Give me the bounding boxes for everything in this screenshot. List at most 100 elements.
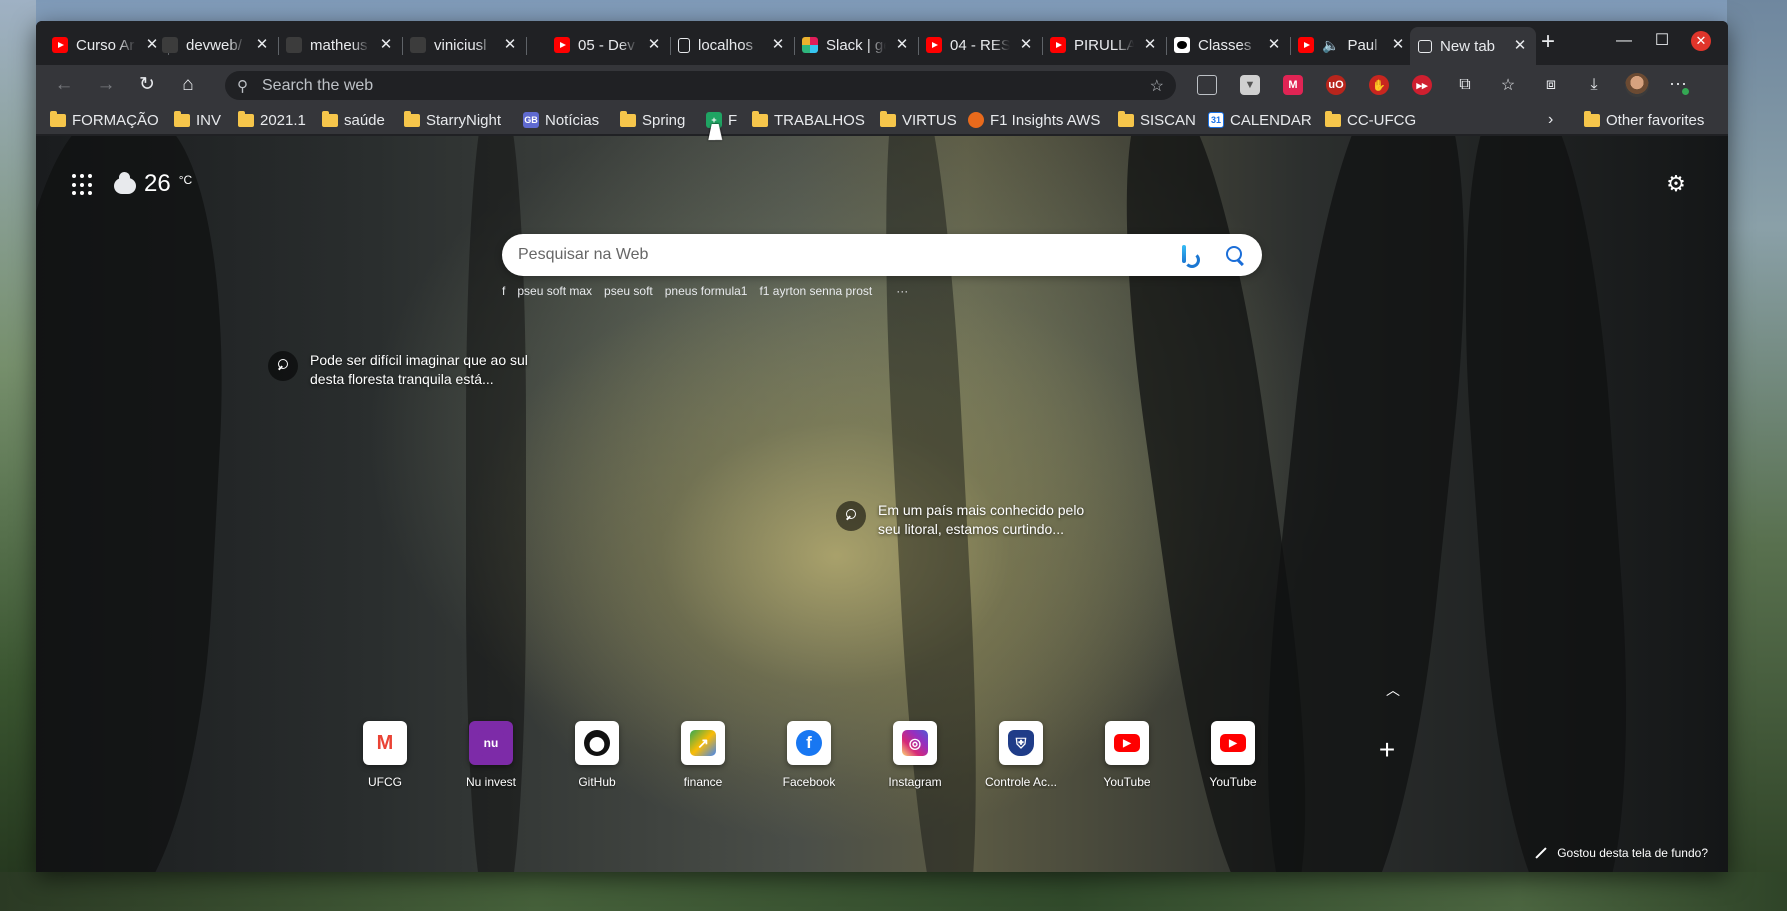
chevron-up-icon[interactable]: ︿ xyxy=(1383,680,1403,700)
tab-title: 04 - REST xyxy=(950,36,1010,54)
tab[interactable]: 04 - REST ✕ xyxy=(918,29,1043,61)
quick-link-tile[interactable]: ▶ YouTube xyxy=(1180,721,1286,789)
bookmark-label: INV xyxy=(196,111,222,129)
minimize-button[interactable]: — xyxy=(1612,29,1636,53)
avatar[interactable] xyxy=(1625,73,1649,97)
folder-icon xyxy=(174,110,190,127)
bookmark-starrynight[interactable]: StarryNight xyxy=(404,109,501,131)
tab[interactable]: 05 - Dev ✕ xyxy=(546,29,671,61)
tab[interactable]: devweb/ ✕ xyxy=(154,29,279,61)
tab[interactable]: Curso Ar ✕ xyxy=(44,29,169,61)
tab[interactable]: localhos ✕ xyxy=(670,29,795,61)
quick-link-tile[interactable]: nu Nu invest xyxy=(438,721,544,789)
github-icon: ⬤ xyxy=(584,730,610,756)
forward-extension-icon[interactable]: ▸▸ xyxy=(1412,75,1432,95)
quick-link-tile[interactable]: M UFCG xyxy=(332,721,438,789)
close-icon[interactable]: ✕ xyxy=(646,37,662,53)
add-quick-link-button[interactable]: + xyxy=(1372,736,1402,766)
tab-active[interactable]: New tab ✕ xyxy=(1410,27,1536,65)
add-favorite-icon[interactable]: ☆ xyxy=(1150,76,1164,96)
more-menu-button[interactable]: ··· xyxy=(1664,73,1692,97)
suggestion-item[interactable]: pseu soft xyxy=(604,284,653,298)
tab[interactable]: 🔈 Paul ✕ xyxy=(1290,29,1414,61)
quick-link-tile[interactable]: f Facebook xyxy=(756,721,862,789)
suggestion-item[interactable]: pneus formula1 xyxy=(665,284,748,298)
address-bar[interactable]: ⚲ Search the web ☆ xyxy=(225,71,1176,100)
quick-link-tile[interactable]: ◎ Instagram xyxy=(862,721,968,789)
background-feedback[interactable]: Gostou desta tela de fundo? xyxy=(1533,846,1708,860)
toolbar: ← → ↻ ⌂ ⚲ Search the web ☆ ▼ M uO ✋ ▸▸ ⧉… xyxy=(36,65,1728,105)
tile-label: GitHub xyxy=(578,775,616,789)
forward-button[interactable]: → xyxy=(92,71,120,99)
apps-launcher-icon[interactable] xyxy=(72,174,94,196)
tab-title: Classes xyxy=(1198,36,1252,54)
bookmark-cc-ufcg[interactable]: CC-UFCG xyxy=(1325,109,1416,131)
quick-link-tile[interactable]: ↗ finance xyxy=(650,721,756,789)
refresh-button[interactable]: ↻ xyxy=(133,71,161,99)
ublock-extension-icon[interactable]: uO xyxy=(1326,75,1346,95)
close-icon[interactable]: ✕ xyxy=(1512,38,1528,54)
web-search-box[interactable]: Pesquisar na Web xyxy=(502,234,1262,276)
bookmark-noticias[interactable]: GB Notícias xyxy=(523,109,599,131)
favorites-icon[interactable]: ☆ xyxy=(1498,75,1518,95)
bookmark-formacao[interactable]: FORMAÇÃO xyxy=(50,109,159,131)
quick-link-tile[interactable]: ▶ YouTube xyxy=(1074,721,1180,789)
close-window-button[interactable]: ✕ xyxy=(1691,31,1711,51)
tab[interactable]: viniciusl ✕ xyxy=(402,29,527,61)
more-suggestions[interactable]: ··· xyxy=(896,284,908,298)
quick-link-tile[interactable]: ⬤ GitHub xyxy=(544,721,650,789)
bookmark-spring[interactable]: Spring xyxy=(620,109,685,131)
bookmark-label: CALENDAR xyxy=(1230,111,1312,129)
bookmark-saude[interactable]: saúde xyxy=(322,109,385,131)
shield-extension-icon[interactable]: ▼ xyxy=(1240,75,1260,95)
mendeley-extension-icon[interactable]: M xyxy=(1283,75,1303,95)
downloads-icon[interactable]: ⤓ xyxy=(1584,75,1604,95)
bookmark-inv[interactable]: INV xyxy=(174,109,221,131)
search-icon[interactable] xyxy=(1224,244,1246,266)
home-button[interactable]: ⌂ xyxy=(174,71,202,99)
maximize-button[interactable]: ☐ xyxy=(1650,29,1674,53)
bookmark-siscan[interactable]: SISCAN xyxy=(1118,109,1196,131)
hand-extension-icon[interactable]: ✋ xyxy=(1369,75,1389,95)
suggestion-item[interactable]: f1 ayrton senna prost xyxy=(759,284,872,298)
gear-icon[interactable]: ⚙ xyxy=(1664,172,1688,196)
tile-label: UFCG xyxy=(368,775,402,789)
chevron-right-icon[interactable]: › xyxy=(1548,109,1553,131)
close-icon[interactable]: ✕ xyxy=(1018,37,1034,53)
suggestion-item[interactable]: pseu soft max xyxy=(517,284,592,298)
github-icon xyxy=(410,37,426,53)
close-icon[interactable]: ✕ xyxy=(770,37,786,53)
tab[interactable]: Classes ✕ xyxy=(1166,29,1291,61)
close-icon[interactable]: ✕ xyxy=(1266,37,1282,53)
tab[interactable]: matheus ✕ xyxy=(278,29,403,61)
weather-widget[interactable]: 26 °C xyxy=(114,170,192,198)
extension-icon[interactable] xyxy=(1197,75,1217,95)
bing-icon[interactable] xyxy=(1180,245,1200,268)
image-hotspot[interactable]: Pode ser difícil imaginar que ao sul des… xyxy=(268,351,540,389)
bookmark-trabalhos[interactable]: TRABALHOS xyxy=(752,109,865,131)
tab-title: PIRULLA xyxy=(1074,36,1134,54)
new-tab-button[interactable]: + xyxy=(1536,30,1560,55)
collections-icon[interactable]: ⧈ xyxy=(1541,75,1561,95)
bookmark-virtus[interactable]: VIRTUS xyxy=(880,109,957,131)
suggestion-item[interactable]: f xyxy=(502,284,505,298)
back-button[interactable]: ← xyxy=(50,71,78,99)
tile-label: Instagram xyxy=(888,775,942,789)
quick-link-tile[interactable]: ⛨ Controle Ac... xyxy=(968,721,1074,789)
close-icon[interactable]: ✕ xyxy=(894,37,910,53)
tab[interactable]: Slack | ge ✕ xyxy=(794,29,919,61)
close-icon[interactable]: ✕ xyxy=(1390,37,1406,53)
bookmark-calendar[interactable]: 31 CALENDAR xyxy=(1208,109,1312,131)
image-hotspot[interactable]: Em um país mais conhecido pelo seu litor… xyxy=(836,501,1108,539)
bookmark-f1-insights[interactable]: F1 Insights AWS xyxy=(968,109,1100,131)
close-icon[interactable]: ✕ xyxy=(502,37,518,53)
tab-strip: Curso Ar ✕ devweb/ ✕ matheus ✕ viniciusl… xyxy=(36,21,1728,65)
speaker-icon[interactable]: 🔈 xyxy=(1322,37,1339,54)
tab[interactable]: PIRULLA ✕ xyxy=(1042,29,1167,61)
bookmark-2021-1[interactable]: 2021.1 xyxy=(238,109,306,131)
close-icon[interactable]: ✕ xyxy=(378,37,394,53)
bookmark-other-favorites[interactable]: Other favorites xyxy=(1584,109,1704,131)
extensions-puzzle-icon[interactable]: ⧉ xyxy=(1455,75,1475,95)
close-icon[interactable]: ✕ xyxy=(254,37,270,53)
close-icon[interactable]: ✕ xyxy=(1142,37,1158,53)
